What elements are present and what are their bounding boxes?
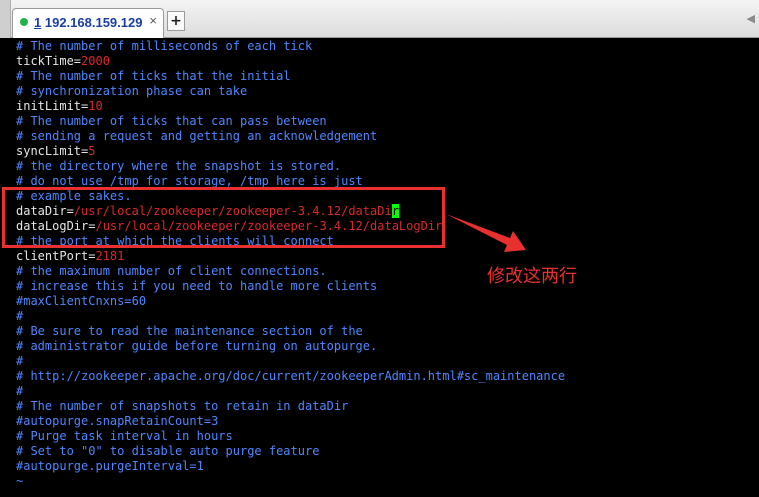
terminal-pane[interactable]: # The number of milliseconds of each tic… <box>0 38 759 497</box>
terminal-line: # increase this if you need to handle mo… <box>16 279 565 294</box>
config-key: syncLimit= <box>16 144 89 158</box>
terminal-line: # <box>16 354 565 369</box>
terminal-line: # sending a request and getting an ackno… <box>16 129 565 144</box>
comment-text: # http://zookeeper.apache.org/doc/curren… <box>16 369 566 383</box>
comment-text: # <box>16 384 24 398</box>
terminal-line: initLimit=10 <box>16 99 565 114</box>
comment-text: #autopurge.snapRetainCount=3 <box>16 414 219 428</box>
terminal-line: # <box>16 384 565 399</box>
terminal-line: # http://zookeeper.apache.org/doc/curren… <box>16 369 565 384</box>
terminal-line: # The number of ticks that the initial <box>16 69 565 84</box>
tab-session-1[interactable]: 1 192.168.159.129 × <box>12 8 164 38</box>
tab-label: 1 192.168.159.129 <box>34 15 142 30</box>
terminal-line: #maxClientCnxns=60 <box>16 294 565 309</box>
comment-text: # The number of ticks that can pass betw… <box>16 114 327 128</box>
comment-text: # administrator guide before turning on … <box>16 339 378 353</box>
config-value: 2181 <box>95 249 125 263</box>
terminal-line: # <box>16 309 565 324</box>
chevron-left-icon[interactable]: ◀ <box>747 12 755 25</box>
comment-text: # Purge task interval in hours <box>16 429 233 443</box>
ssh-client-window: 1 192.168.159.129 × + ◀ # The number of … <box>0 0 759 497</box>
annotation-text: 修改这两行 <box>487 266 577 287</box>
highlight-box <box>2 187 445 248</box>
comment-text: # Be sure to read the maintenance sectio… <box>16 324 363 338</box>
tab-bar-edge <box>0 0 11 38</box>
tab-bar: 1 192.168.159.129 × + ◀ <box>0 0 759 38</box>
config-key: initLimit= <box>16 99 89 113</box>
comment-text: # increase this if you need to handle mo… <box>16 279 378 293</box>
terminal-line: # The number of milliseconds of each tic… <box>16 39 565 54</box>
tab-title: 192.168.159.129 <box>44 15 143 30</box>
comment-text: # <box>16 309 24 323</box>
terminal-line: # The number of ticks that can pass betw… <box>16 114 565 129</box>
terminal-line: # administrator guide before turning on … <box>16 339 565 354</box>
comment-text: # The number of snapshots to retain in d… <box>16 399 349 413</box>
close-icon[interactable]: × <box>149 13 157 28</box>
terminal-line: # Purge task interval in hours <box>16 429 565 444</box>
config-value: 5 <box>88 144 96 158</box>
comment-text: #maxClientCnxns=60 <box>16 294 147 308</box>
comment-text: # do not use /tmp for storage, /tmp here… <box>16 174 363 188</box>
terminal-line: # Be sure to read the maintenance sectio… <box>16 324 565 339</box>
terminal-line: tickTime=2000 <box>16 54 565 69</box>
comment-text: #autopurge.purgeInterval=1 <box>16 459 204 473</box>
terminal-line: ~ <box>16 474 565 489</box>
comment-text: # sending a request and getting an ackno… <box>16 129 378 143</box>
comment-text: # the maximum number of client connectio… <box>16 264 327 278</box>
terminal-line: #autopurge.snapRetainCount=3 <box>16 414 565 429</box>
config-value: 2000 <box>81 54 110 68</box>
terminal-lines: # The number of milliseconds of each tic… <box>16 39 565 489</box>
config-key: tickTime= <box>16 54 82 68</box>
comment-text: # The number of milliseconds of each tic… <box>16 39 313 53</box>
comment-text: # synchronization phase can take <box>16 84 248 98</box>
plus-icon: + <box>170 13 182 29</box>
terminal-line: syncLimit=5 <box>16 144 565 159</box>
terminal-line: #autopurge.purgeInterval=1 <box>16 459 565 474</box>
comment-text: # Set to "0" to disable auto purge featu… <box>16 444 320 458</box>
terminal-line: # The number of snapshots to retain in d… <box>16 399 565 414</box>
config-value: 10 <box>88 99 103 113</box>
comment-text: # the directory where the snapshot is st… <box>16 159 342 173</box>
comment-text: # The number of ticks that the initial <box>16 69 291 83</box>
tab-index: 1 <box>34 15 42 30</box>
connection-status-dot-icon <box>20 18 28 26</box>
terminal-line: # the maximum number of client connectio… <box>16 264 565 279</box>
terminal-line: # the directory where the snapshot is st… <box>16 159 565 174</box>
terminal-line: # Set to "0" to disable auto purge featu… <box>16 444 565 459</box>
config-key: clientPort= <box>16 249 96 263</box>
comment-text: # <box>16 354 24 368</box>
new-tab-button[interactable]: + <box>167 11 185 31</box>
empty-line-marker: ~ <box>16 474 24 488</box>
terminal-line: # synchronization phase can take <box>16 84 565 99</box>
arrow-icon <box>446 214 526 252</box>
